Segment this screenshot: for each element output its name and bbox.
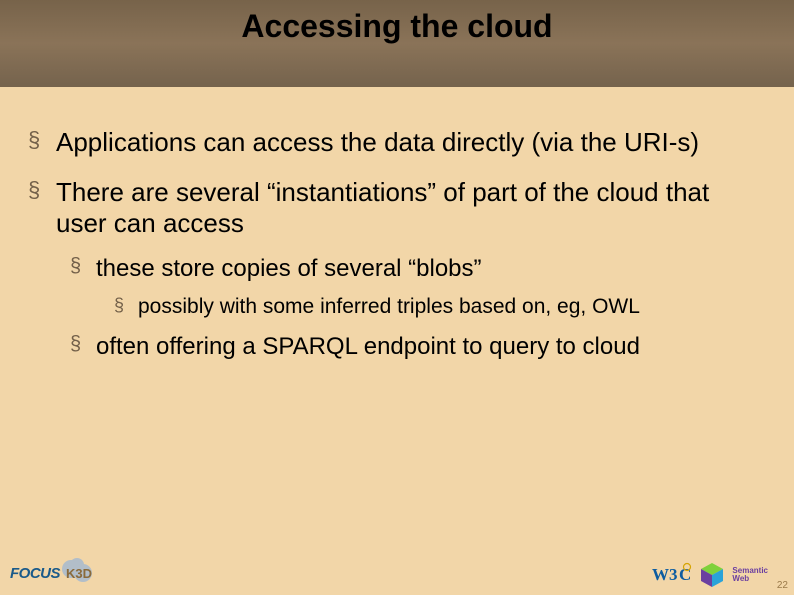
slide-footer: FOCUS K3D W3 C	[0, 545, 794, 595]
w3c-logo: W3 C	[652, 562, 692, 588]
k3d-text: K3D	[66, 566, 92, 581]
bullet-text: these store copies of several “blobs”	[96, 255, 482, 282]
svg-text:C: C	[679, 565, 691, 584]
bullet-level2: often offering a SPARQL endpoint to quer…	[70, 332, 766, 362]
semantic-web-cube-icon	[698, 561, 726, 589]
bullet-level1: There are several “instantiations” of pa…	[28, 177, 766, 363]
page-number: 22	[777, 580, 788, 591]
header-bar: Accessing the cloud	[0, 0, 794, 87]
focus-brand-text: FOCUS	[10, 565, 60, 582]
page-title: Accessing the cloud	[241, 8, 552, 45]
footer-logo-left: FOCUS K3D	[10, 559, 96, 587]
footer-logo-right: W3 C Semantic Web	[652, 561, 768, 589]
bullet-level2: these store copies of several “blobs” po…	[70, 254, 766, 320]
bullet-level1: Applications can access the data directl…	[28, 127, 766, 159]
bullet-text: There are several “instantiations” of pa…	[56, 177, 709, 239]
slide-content: Applications can access the data directl…	[0, 87, 794, 362]
svg-text:W3: W3	[652, 565, 678, 584]
k3d-logo: K3D	[62, 559, 96, 587]
bullet-level3: possibly with some inferred triples base…	[114, 294, 766, 320]
semantic-web-label: Semantic Web	[732, 567, 768, 583]
sw-label-line2: Web	[732, 575, 768, 583]
